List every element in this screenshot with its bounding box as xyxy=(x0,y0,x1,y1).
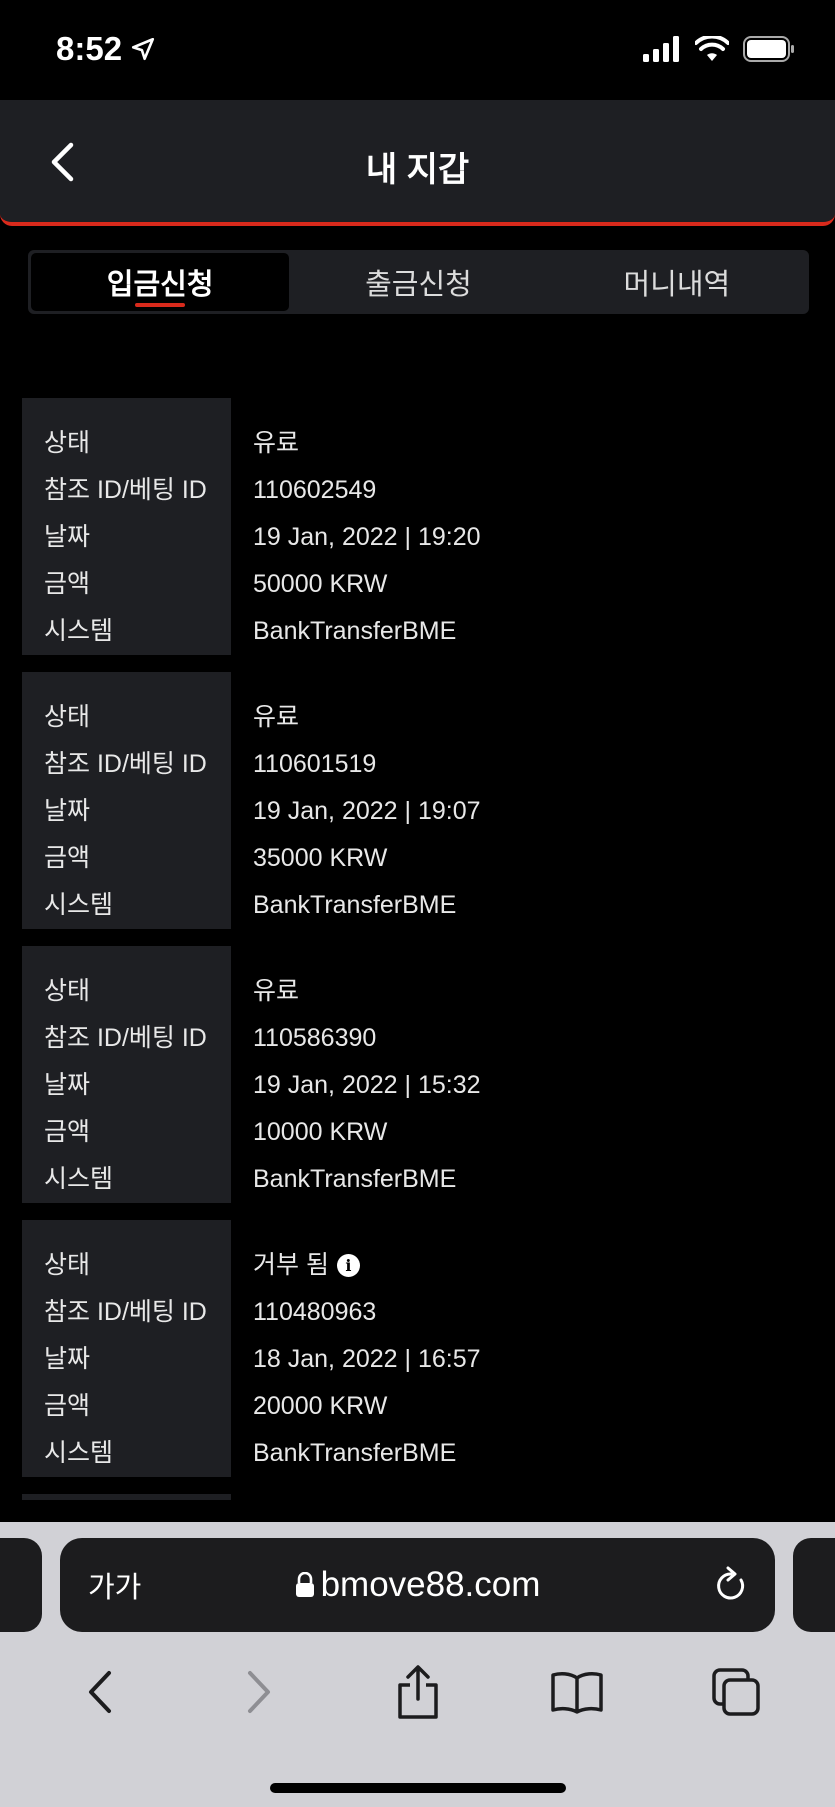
value-status-row: 거부 됨 i xyxy=(253,1248,822,1295)
value-ref-id: 110586390 xyxy=(253,1024,377,1052)
label-system: 시스템 xyxy=(44,617,114,645)
page-title: 내 지갑 xyxy=(365,151,470,189)
record-values: 유료 110602549 19 Jan, 2022 | 19:20 50000 … xyxy=(231,398,822,655)
value-system: BankTransferBME xyxy=(253,891,457,919)
url-display[interactable]: bmove88.com xyxy=(60,1565,775,1605)
value-amount: 10000 KRW xyxy=(253,1118,388,1146)
record-labels: 상태 참조 ID/베팅 ID 날짜 금액 시스템 xyxy=(22,398,231,655)
deposit-record: 상태 참조 ID/베팅 ID 날짜 금액 시스템 거부 됨 i 11048096… xyxy=(22,1220,822,1477)
tab-deposit-request[interactable]: 입금신청 xyxy=(31,253,290,311)
label-system: 시스템 xyxy=(44,1439,114,1467)
value-amount: 50000 KRW xyxy=(253,570,388,598)
record-labels: 상태 참조 ID/베팅 ID 날짜 금액 시스템 xyxy=(22,672,231,929)
record-labels: 상태 참조 ID/베팅 ID 날짜 금액 시스템 xyxy=(22,1220,231,1477)
value-status: 거부 됨 xyxy=(253,1251,329,1279)
label-date: 날짜 xyxy=(44,523,91,551)
deposit-record: 상태 참조 ID/베팅 ID 날짜 금액 시스템 유료 110586390 19… xyxy=(22,946,822,1203)
wifi-icon xyxy=(695,36,729,61)
label-status: 상태 xyxy=(44,429,91,457)
share-icon xyxy=(397,1665,438,1719)
tab-withdraw-request[interactable]: 출금신청 xyxy=(289,253,547,311)
previous-tab-card[interactable] xyxy=(0,1538,42,1632)
label-amount: 금액 xyxy=(44,1392,91,1420)
label-date: 날짜 xyxy=(44,1071,91,1099)
value-system: BankTransferBME xyxy=(253,1165,457,1193)
value-system: BankTransferBME xyxy=(253,1439,457,1467)
label-status: 상태 xyxy=(44,977,91,1005)
bookmarks-button[interactable] xyxy=(537,1657,617,1727)
value-system: BankTransferBME xyxy=(253,617,457,645)
lock-icon xyxy=(295,1572,314,1597)
book-icon xyxy=(550,1672,603,1714)
browser-forward-button[interactable] xyxy=(219,1657,299,1727)
browser-back-button[interactable] xyxy=(60,1657,140,1727)
record-labels: 상태 참조 ID/베팅 ID 날짜 금액 시스템 xyxy=(22,946,231,1203)
label-amount: 금액 xyxy=(44,844,91,872)
label-ref-id: 참조 ID/베팅 ID xyxy=(44,1024,207,1052)
value-date: 19 Jan, 2022 | 15:32 xyxy=(253,1071,481,1099)
status-bar: 8:52 xyxy=(0,0,835,100)
label-system: 시스템 xyxy=(44,1165,114,1193)
chevron-left-icon xyxy=(88,1671,111,1713)
value-ref-id: 110601519 xyxy=(253,750,377,778)
location-arrow-icon xyxy=(132,37,155,61)
clock-text: 8:52 xyxy=(56,30,123,67)
value-ref-id: 110480963 xyxy=(253,1298,377,1326)
value-status: 유료 xyxy=(253,429,300,457)
info-icon[interactable]: i xyxy=(336,1254,360,1277)
value-ref-id: 110602549 xyxy=(253,476,377,504)
value-status: 유료 xyxy=(253,977,300,1005)
record-values: 유료 110601519 19 Jan, 2022 | 19:07 35000 … xyxy=(231,672,822,929)
deposit-record: 상태 참조 ID/베팅 ID 날짜 금액 시스템 유료 110602549 19… xyxy=(22,398,822,655)
value-date: 19 Jan, 2022 | 19:07 xyxy=(253,797,481,825)
status-icons xyxy=(643,36,795,62)
record-values: 유료 110586390 19 Jan, 2022 | 15:32 10000 … xyxy=(231,946,822,1203)
label-amount: 금액 xyxy=(44,1118,91,1146)
page-header: 내 지갑 xyxy=(0,100,835,226)
deposit-record: 상태 참조 ID/베팅 ID 날짜 금액 시스템 유료 110601519 19… xyxy=(22,672,822,929)
next-record-partial xyxy=(22,1494,231,1500)
label-system: 시스템 xyxy=(44,891,114,919)
share-button[interactable] xyxy=(378,1657,458,1727)
record-values: 거부 됨 i 110480963 18 Jan, 2022 | 16:57 20… xyxy=(231,1220,822,1477)
label-date: 날짜 xyxy=(44,797,91,825)
home-indicator xyxy=(269,1783,566,1793)
tabs-icon xyxy=(711,1668,760,1716)
value-amount: 20000 KRW xyxy=(253,1392,388,1420)
url-text: bmove88.com xyxy=(320,1565,541,1604)
deposit-records-list: 상태 참조 ID/베팅 ID 날짜 금액 시스템 유료 110602549 19… xyxy=(22,398,822,1500)
label-ref-id: 참조 ID/베팅 ID xyxy=(44,1298,207,1326)
status-time: 8:52 xyxy=(56,30,156,68)
label-status: 상태 xyxy=(44,1251,91,1279)
cellular-signal-icon xyxy=(643,36,679,62)
label-amount: 금액 xyxy=(44,570,91,598)
chevron-right-icon xyxy=(247,1671,270,1713)
browser-toolbar xyxy=(0,1652,835,1732)
label-ref-id: 참조 ID/베팅 ID xyxy=(44,476,207,504)
next-tab-card[interactable] xyxy=(793,1538,835,1632)
wallet-tabs: 입금신청 출금신청 머니내역 xyxy=(28,250,809,314)
value-amount: 35000 KRW xyxy=(253,844,388,872)
label-status: 상태 xyxy=(44,703,91,731)
value-date: 19 Jan, 2022 | 19:20 xyxy=(253,523,481,551)
tabs-button[interactable] xyxy=(696,1657,776,1727)
tab-money-history[interactable]: 머니내역 xyxy=(548,253,806,311)
value-status: 유료 xyxy=(253,703,300,731)
reload-button[interactable] xyxy=(713,1566,749,1609)
battery-icon xyxy=(743,36,794,62)
value-date: 18 Jan, 2022 | 16:57 xyxy=(253,1345,481,1373)
reload-icon xyxy=(717,1566,745,1600)
label-ref-id: 참조 ID/베팅 ID xyxy=(44,750,207,778)
address-bar[interactable]: 가가 bmove88.com xyxy=(60,1538,775,1632)
label-date: 날짜 xyxy=(44,1345,91,1373)
browser-chrome: 가가 bmove88.com xyxy=(0,1522,835,1807)
